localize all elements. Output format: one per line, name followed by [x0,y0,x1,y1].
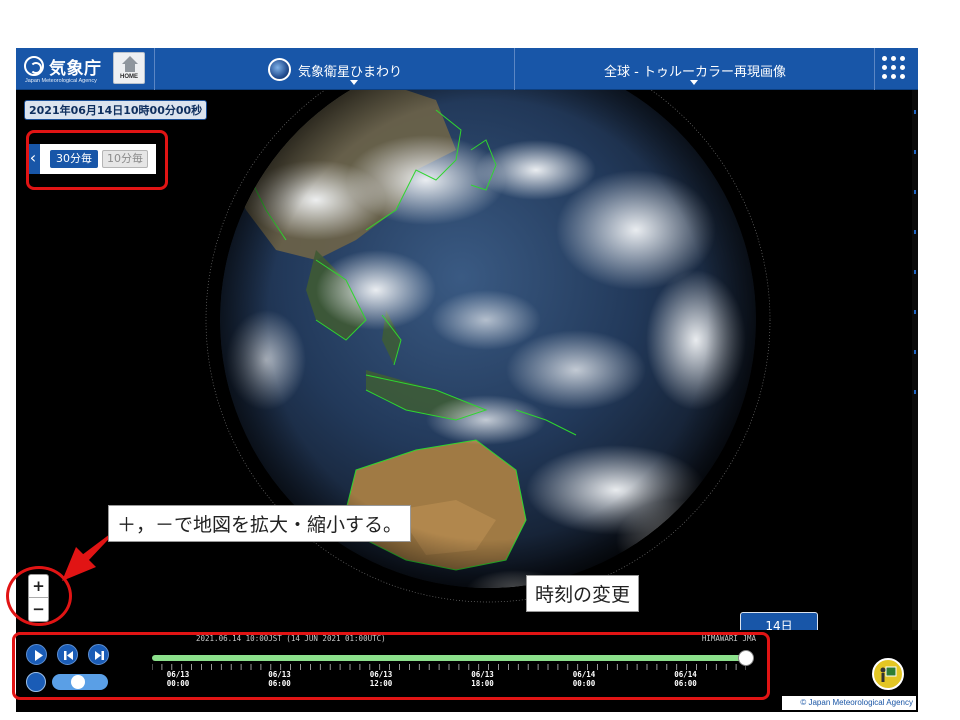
observation-timestamp: 2021年06月14日10時00分00秒 [24,100,208,120]
satellite-menu[interactable]: 気象衛星ひまわり [268,56,508,85]
jma-logo[interactable]: 気象庁 Japan Meteorological Agency [24,54,116,86]
apps-menu-icon[interactable] [882,56,906,80]
chevron-down-icon [690,80,698,85]
chevron-down-icon [350,80,358,85]
image-type-label: 全球 - トゥルーカラー再現画像 [604,65,786,80]
help-icon[interactable] [872,658,904,690]
jma-logo-icon [24,56,44,76]
logo-name: 気象庁 [49,59,102,79]
home-label: HOME [120,74,138,80]
scrollbar[interactable] [912,90,918,712]
copyright-credit: © Japan Meteorological Agency [782,696,916,710]
logo-subtitle: Japan Meteorological Agency [25,78,97,84]
time-annotation: 時刻の変更 [526,575,640,612]
interval-highlight-box [26,130,168,190]
home-icon [122,56,138,64]
satellite-menu-label: 気象衛星ひまわり [298,65,403,80]
header-bar: 気象庁 Japan Meteorological Agency HOME 気象衛… [16,48,918,90]
timeline-highlight-box [12,632,770,700]
home-button[interactable]: HOME [113,52,145,84]
zoom-annotation: ＋，－で地図を拡大・縮小する。 [108,505,412,542]
image-type-menu[interactable]: 全球 - トゥルーカラー再現画像 [576,56,816,85]
globe-icon [268,58,291,81]
